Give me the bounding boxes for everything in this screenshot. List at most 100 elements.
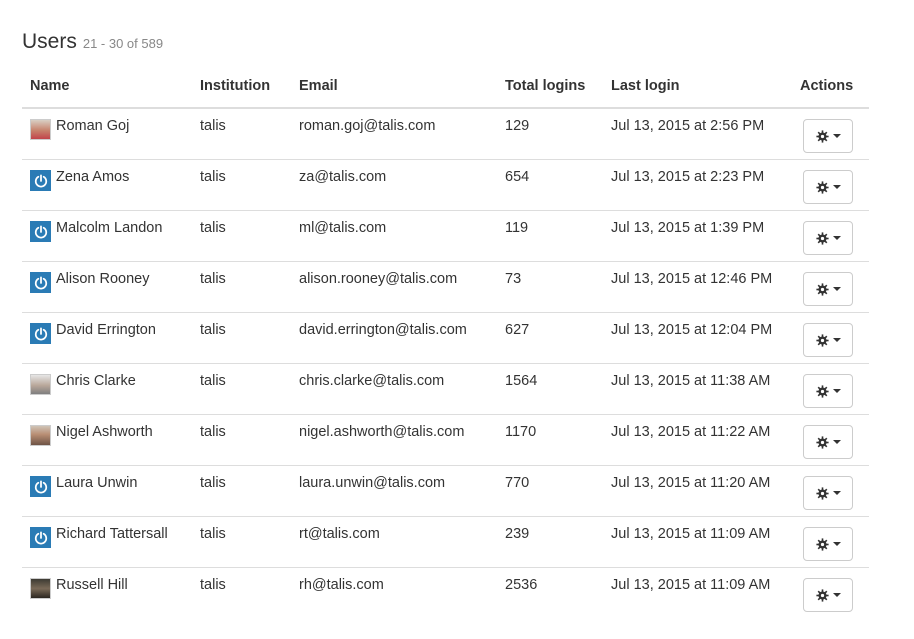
gear-icon (815, 129, 829, 143)
cell-last-login: Jul 13, 2015 at 11:38 AM (603, 363, 792, 415)
cell-total-logins: 1564 (497, 363, 603, 415)
cell-email: za@talis.com (291, 159, 497, 211)
user-name: Roman Goj (56, 118, 130, 134)
actions-dropdown-button[interactable] (803, 272, 853, 306)
actions-dropdown-button[interactable] (803, 323, 853, 357)
institution: talis (200, 169, 226, 185)
power-icon (30, 476, 51, 497)
cell-name: Zena Amos (22, 159, 192, 211)
institution: talis (200, 118, 226, 134)
cell-actions (792, 159, 869, 211)
institution: talis (200, 475, 226, 491)
caret-down-icon (832, 491, 841, 495)
caret-down-icon (832, 593, 841, 597)
power-icon (30, 272, 51, 293)
caret-down-icon (832, 287, 841, 291)
cell-total-logins: 2536 (497, 568, 603, 619)
cell-name: David Errington (22, 312, 192, 364)
actions-dropdown-button[interactable] (803, 170, 853, 204)
gear-icon (815, 384, 829, 398)
cell-last-login: Jul 13, 2015 at 12:04 PM (603, 312, 792, 364)
cell-email: ml@talis.com (291, 210, 497, 262)
actions-dropdown-button[interactable] (803, 425, 853, 459)
total-logins: 654 (505, 169, 530, 185)
email: ml@talis.com (299, 220, 387, 236)
table-row: Roman Goj talis roman.goj@talis.com 129 Jul … (22, 108, 869, 160)
actions-dropdown-button[interactable] (803, 527, 853, 561)
user-name: David Errington (56, 322, 156, 338)
table-row: Malcolm Landon talis ml@talis.com 119 Jul 13… (22, 210, 869, 262)
column-header-name: Name (22, 60, 192, 109)
email: rh@talis.com (299, 577, 384, 593)
power-icon (30, 323, 51, 344)
cell-name: Roman Goj (22, 108, 192, 160)
cell-name: Laura Unwin (22, 465, 192, 517)
table-row: Laura Unwin talis laura.unwin@talis.com 770… (22, 465, 869, 517)
cell-total-logins: 1170 (497, 414, 603, 466)
column-header-institution: Institution (192, 60, 291, 109)
avatar (30, 119, 51, 140)
page-title: Users (22, 30, 77, 53)
actions-dropdown-button[interactable] (803, 374, 853, 408)
cell-actions (792, 363, 869, 415)
cell-email: roman.goj@talis.com (291, 108, 497, 160)
users-panel: Users 21 - 30 of 589 Name Institution Em… (22, 30, 869, 618)
institution: talis (200, 220, 226, 236)
last-login: Jul 13, 2015 at 11:09 AM (611, 577, 771, 593)
cell-institution: talis (192, 568, 291, 619)
actions-dropdown-button[interactable] (803, 221, 853, 255)
institution: talis (200, 526, 226, 542)
total-logins: 73 (505, 271, 522, 287)
cell-email: rt@talis.com (291, 516, 497, 568)
last-login: Jul 13, 2015 at 2:56 PM (611, 118, 765, 134)
cell-last-login: Jul 13, 2015 at 2:23 PM (603, 159, 792, 211)
email: chris.clarke@talis.com (299, 373, 445, 389)
gear-icon (815, 282, 829, 296)
power-icon (30, 170, 51, 191)
email: rt@talis.com (299, 526, 380, 542)
table-row: Richard Tattersall talis rt@talis.com 239 Ju… (22, 516, 869, 568)
actions-dropdown-button[interactable] (803, 119, 853, 153)
cell-institution: talis (192, 414, 291, 466)
cell-name: Malcolm Landon (22, 210, 192, 262)
power-icon (30, 527, 51, 548)
actions-dropdown-button[interactable] (803, 476, 853, 510)
total-logins: 119 (505, 220, 529, 236)
actions-dropdown-button[interactable] (803, 578, 853, 612)
table-row: Nigel Ashworth talis nigel.ashworth@talis.… (22, 414, 869, 466)
total-logins: 770 (505, 475, 530, 491)
avatar (30, 578, 51, 599)
cell-institution: talis (192, 516, 291, 568)
table-body: Roman Goj talis roman.goj@talis.com 129 Jul … (22, 108, 869, 618)
column-header-email: Email (291, 60, 497, 109)
table-row: Russell Hill talis rh@talis.com 2536 Jul 13,… (22, 568, 869, 619)
cell-name: Alison Rooney (22, 261, 192, 313)
cell-actions (792, 261, 869, 313)
last-login: Jul 13, 2015 at 2:23 PM (611, 169, 765, 185)
cell-total-logins: 129 (497, 108, 603, 160)
total-logins: 129 (505, 118, 530, 134)
cell-actions (792, 108, 869, 160)
avatar (30, 374, 51, 395)
institution: talis (200, 424, 226, 440)
table-row: Zena Amos talis za@talis.com 654 Jul 13, 201… (22, 159, 869, 211)
cell-name: Russell Hill (22, 568, 192, 619)
cell-institution: talis (192, 159, 291, 211)
email: laura.unwin@talis.com (299, 475, 446, 491)
cell-total-logins: 654 (497, 159, 603, 211)
cell-last-login: Jul 13, 2015 at 11:22 AM (603, 414, 792, 466)
column-header-last-login: Last login (603, 60, 792, 109)
cell-institution: talis (192, 465, 291, 517)
last-login: Jul 13, 2015 at 11:09 AM (611, 526, 771, 542)
total-logins: 239 (505, 526, 530, 542)
cell-actions (792, 414, 869, 466)
cell-email: rh@talis.com (291, 568, 497, 619)
last-login: Jul 13, 2015 at 12:04 PM (611, 322, 773, 338)
cell-total-logins: 239 (497, 516, 603, 568)
user-name: Malcolm Landon (56, 220, 163, 236)
caret-down-icon (832, 134, 841, 138)
gear-icon (815, 537, 829, 551)
user-name: Laura Unwin (56, 475, 138, 491)
cell-last-login: Jul 13, 2015 at 11:20 AM (603, 465, 792, 517)
institution: talis (200, 271, 226, 287)
